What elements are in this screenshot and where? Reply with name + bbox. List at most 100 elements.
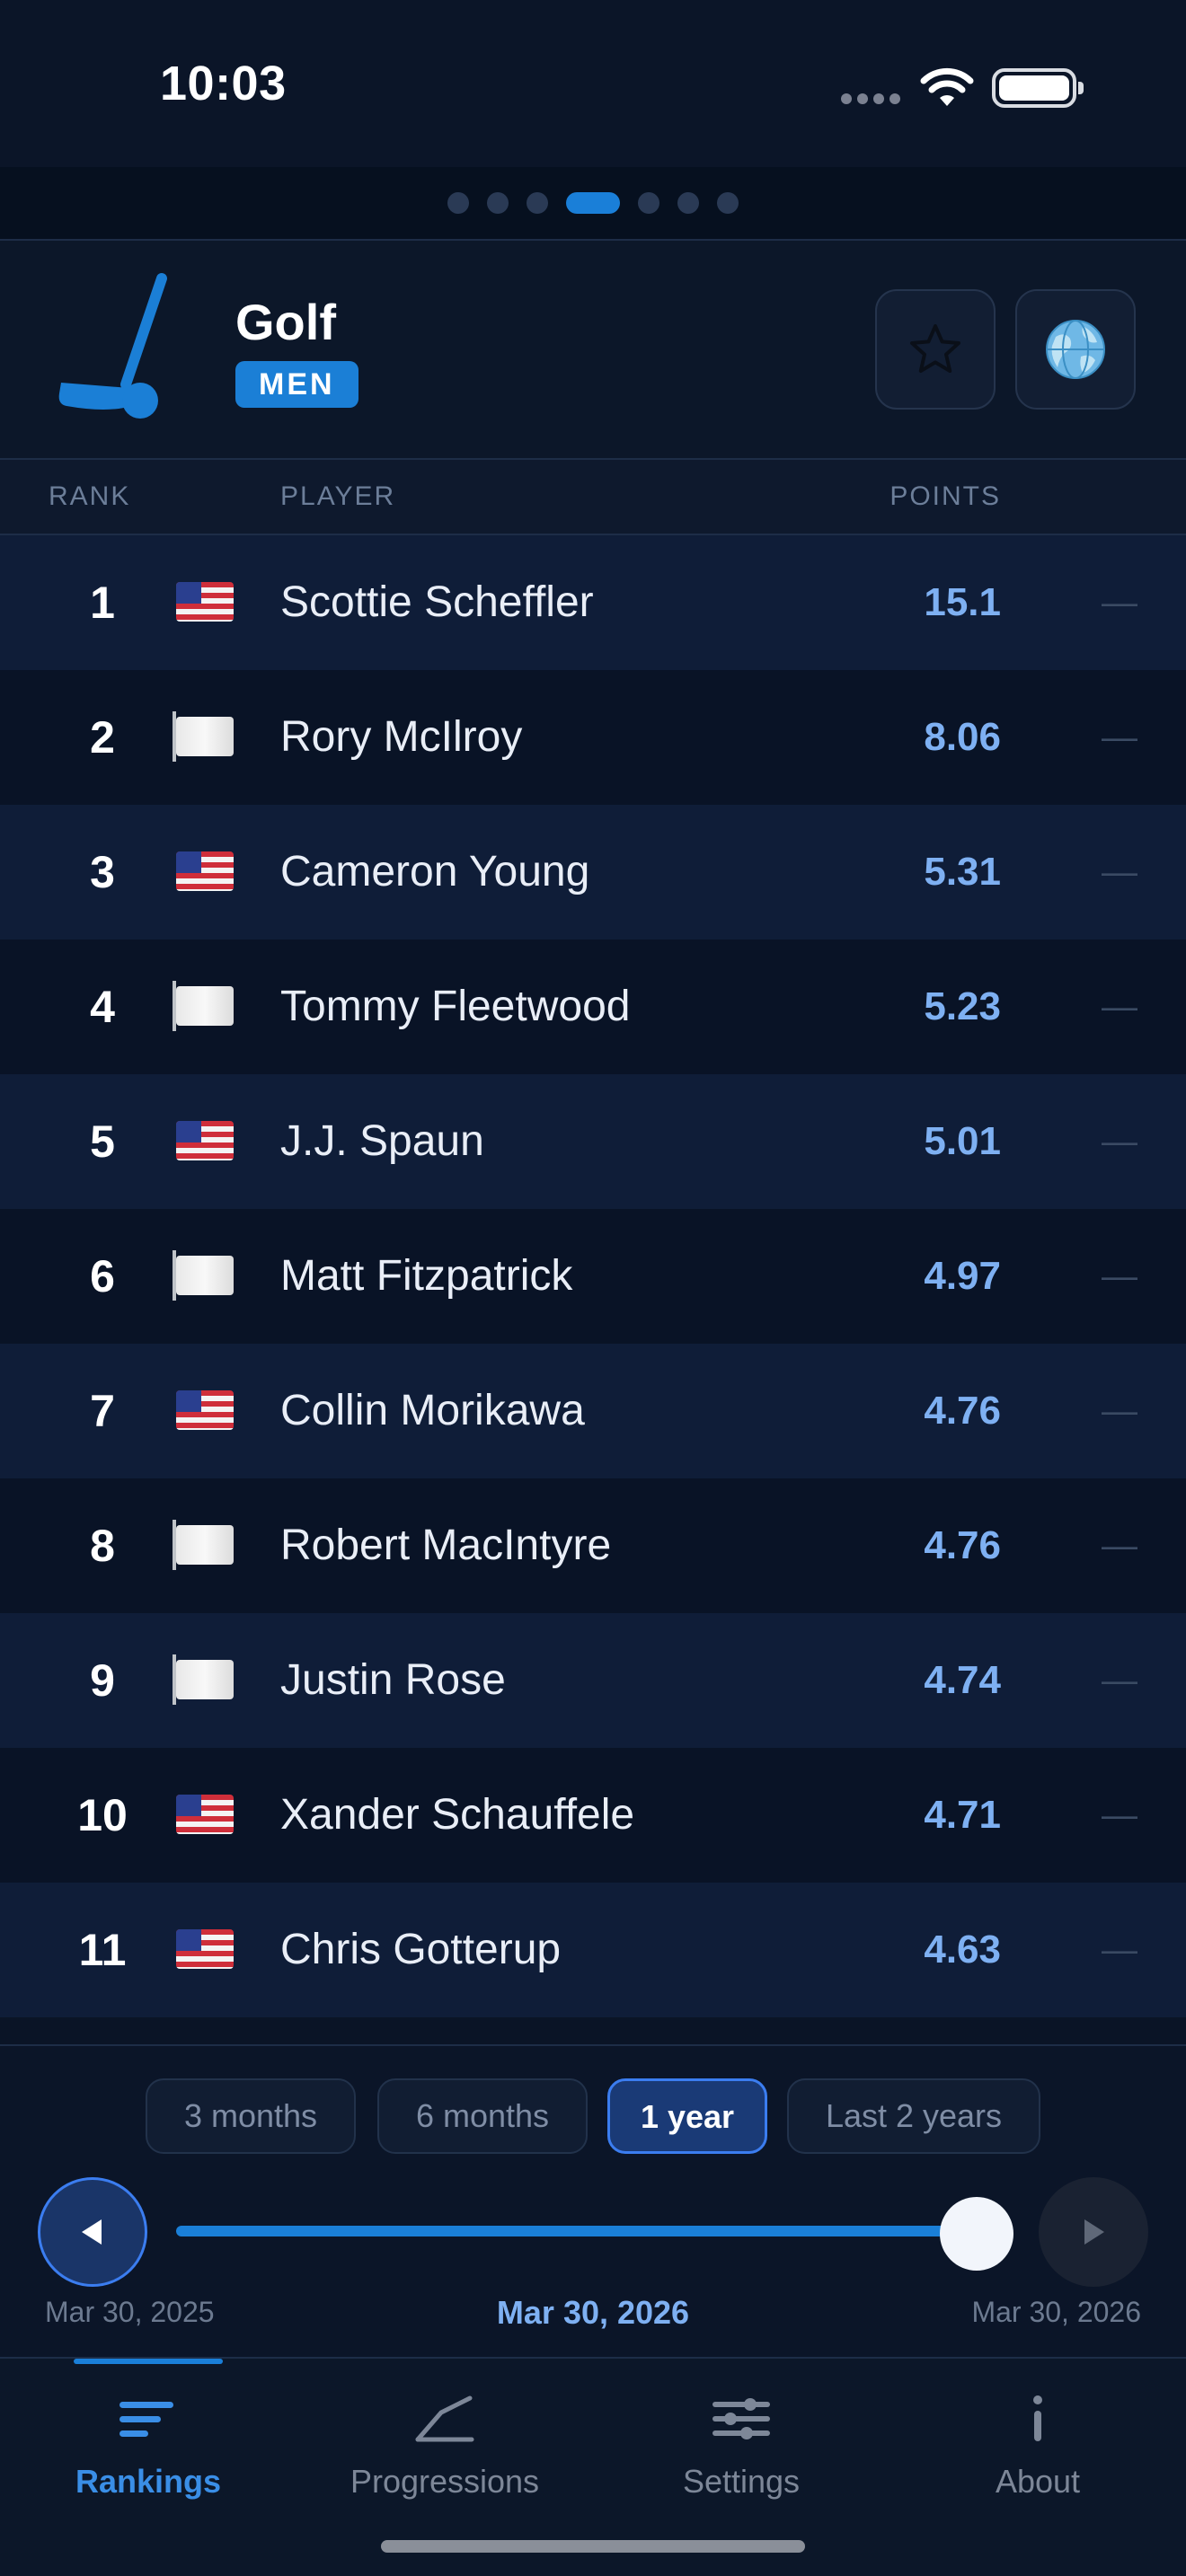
- us-flag-icon: [176, 1929, 234, 1969]
- play-right-icon: [1084, 2219, 1104, 2245]
- rank-number: 7: [90, 1386, 115, 1436]
- page-indicator[interactable]: [0, 167, 1186, 239]
- rank-number: 4: [90, 982, 115, 1032]
- table-row[interactable]: 6 Matt Fitzpatrick 4.97 —: [0, 1209, 1186, 1344]
- sliders-icon: [712, 2398, 770, 2439]
- battery-icon: [992, 68, 1084, 108]
- status-bar: 10:03: [0, 0, 1186, 167]
- player-name: Scottie Scheffler: [280, 578, 594, 626]
- gender-badge: MEN: [235, 361, 358, 408]
- period-6-months[interactable]: 6 months: [377, 2078, 588, 2154]
- player-name: Collin Morikawa: [280, 1387, 585, 1434]
- tab-rankings-label: Rankings: [75, 2463, 222, 2500]
- rank-change-indicator: —: [1102, 1930, 1137, 1970]
- sport-title: Golf: [235, 294, 336, 350]
- tab-about-label: About: [995, 2463, 1081, 2500]
- page-dot[interactable]: [527, 192, 548, 214]
- line-chart-icon: [415, 2395, 474, 2442]
- previous-button[interactable]: [38, 2177, 147, 2287]
- rank-change-indicator: —: [1102, 1122, 1137, 1161]
- tab-progressions[interactable]: Progressions: [296, 2395, 593, 2501]
- tab-settings[interactable]: Settings: [593, 2395, 890, 2501]
- rank-change-indicator: —: [1102, 852, 1137, 892]
- sport-header: Golf MEN: [0, 239, 1186, 460]
- table-row[interactable]: 4 Tommy Fleetwood 5.23 —: [0, 940, 1186, 1074]
- table-header: RANK PLAYER POINTS: [0, 460, 1186, 535]
- tab-rankings[interactable]: Rankings: [0, 2395, 296, 2501]
- rank-number: 6: [90, 1251, 115, 1301]
- player-points: 4.97: [924, 1254, 1001, 1298]
- timeline-track[interactable]: [176, 2226, 976, 2236]
- info-icon: [1033, 2395, 1042, 2441]
- player-points: 4.76: [924, 1389, 1001, 1433]
- rank-change-indicator: —: [1102, 1526, 1137, 1566]
- column-rank: RANK: [49, 481, 131, 511]
- page-dot[interactable]: [487, 192, 509, 214]
- rank-change-indicator: —: [1102, 1257, 1137, 1296]
- page-dot[interactable]: [677, 192, 699, 214]
- player-points: 4.74: [924, 1658, 1001, 1702]
- region-button[interactable]: [1015, 289, 1136, 410]
- player-name: Matt Fitzpatrick: [280, 1252, 573, 1300]
- rank-number: 9: [90, 1655, 115, 1706]
- cellular-signal-icon: [841, 93, 902, 106]
- tab-settings-label: Settings: [682, 2463, 801, 2500]
- timeline-slider-thumb[interactable]: [940, 2197, 1013, 2271]
- page-dot[interactable]: [638, 192, 659, 214]
- table-row[interactable]: 7 Collin Morikawa 4.76 —: [0, 1344, 1186, 1478]
- star-icon: [910, 324, 960, 373]
- tab-progressions-label: Progressions: [350, 2463, 540, 2500]
- period-3-months[interactable]: 3 months: [146, 2078, 356, 2154]
- tab-about[interactable]: About: [890, 2395, 1186, 2501]
- rank-number: 5: [90, 1116, 115, 1167]
- page-dot[interactable]: [717, 192, 739, 214]
- table-row[interactable]: 1 Scottie Scheffler 15.1 —: [0, 535, 1186, 670]
- table-row[interactable]: 8 Robert MacIntyre 4.76 —: [0, 1478, 1186, 1613]
- globe-icon: [1046, 320, 1105, 379]
- column-player: PLAYER: [280, 481, 396, 511]
- rank-number: 10: [77, 1790, 128, 1840]
- rank-number: 8: [90, 1521, 115, 1571]
- player-name: Chris Gotterup: [280, 1926, 562, 1973]
- rank-change-indicator: —: [1102, 1661, 1137, 1700]
- us-flag-icon: [176, 851, 234, 891]
- status-time: 10:03: [160, 57, 287, 110]
- player-points: 5.01: [924, 1119, 1001, 1163]
- rank-change-indicator: —: [1102, 1795, 1137, 1835]
- timeline-end-date: Mar 30, 2026: [971, 2296, 1141, 2328]
- player-name: J.J. Spaun: [280, 1117, 484, 1165]
- white-flag-icon: [173, 1520, 234, 1570]
- page-dot[interactable]: [447, 192, 469, 214]
- table-row[interactable]: 10 Xander Schauffele 4.71 —: [0, 1748, 1186, 1883]
- white-flag-icon: [173, 1654, 234, 1705]
- next-button[interactable]: [1039, 2177, 1148, 2287]
- player-points: 15.1: [924, 580, 1001, 624]
- rank-number: 3: [90, 847, 115, 897]
- table-row[interactable]: 2 Rory McIlroy 8.06 —: [0, 670, 1186, 805]
- rank-change-indicator: —: [1102, 1391, 1137, 1431]
- column-points: POINTS: [890, 481, 1001, 511]
- favorite-button[interactable]: [875, 289, 996, 410]
- player-name: Cameron Young: [280, 848, 590, 895]
- white-flag-icon: [173, 1250, 234, 1301]
- rank-number: 1: [90, 578, 115, 628]
- table-row[interactable]: 3 Cameron Young 5.31 —: [0, 805, 1186, 940]
- player-name: Tommy Fleetwood: [280, 983, 631, 1030]
- player-name: Xander Schauffele: [280, 1791, 635, 1839]
- table-row[interactable]: 11 Chris Gotterup 4.63 —: [0, 1883, 1186, 2017]
- table-row[interactable]: 5 J.J. Spaun 5.01 —: [0, 1074, 1186, 1209]
- white-flag-icon: [173, 711, 234, 762]
- active-tab-indicator: [74, 2359, 223, 2364]
- table-row[interactable]: 9 Justin Rose 4.74 —: [0, 1613, 1186, 1748]
- player-points: 5.23: [924, 984, 1001, 1028]
- us-flag-icon: [176, 1390, 234, 1430]
- player-points: 4.76: [924, 1523, 1001, 1567]
- player-name: Robert MacIntyre: [280, 1522, 612, 1569]
- player-name: Rory McIlroy: [280, 713, 523, 761]
- player-name: Justin Rose: [280, 1656, 506, 1704]
- period-last-2-years[interactable]: Last 2 years: [787, 2078, 1040, 2154]
- us-flag-icon: [176, 1121, 234, 1160]
- page-dot[interactable]: [566, 192, 620, 214]
- white-flag-icon: [173, 981, 234, 1031]
- period-1-year[interactable]: 1 year: [607, 2078, 767, 2154]
